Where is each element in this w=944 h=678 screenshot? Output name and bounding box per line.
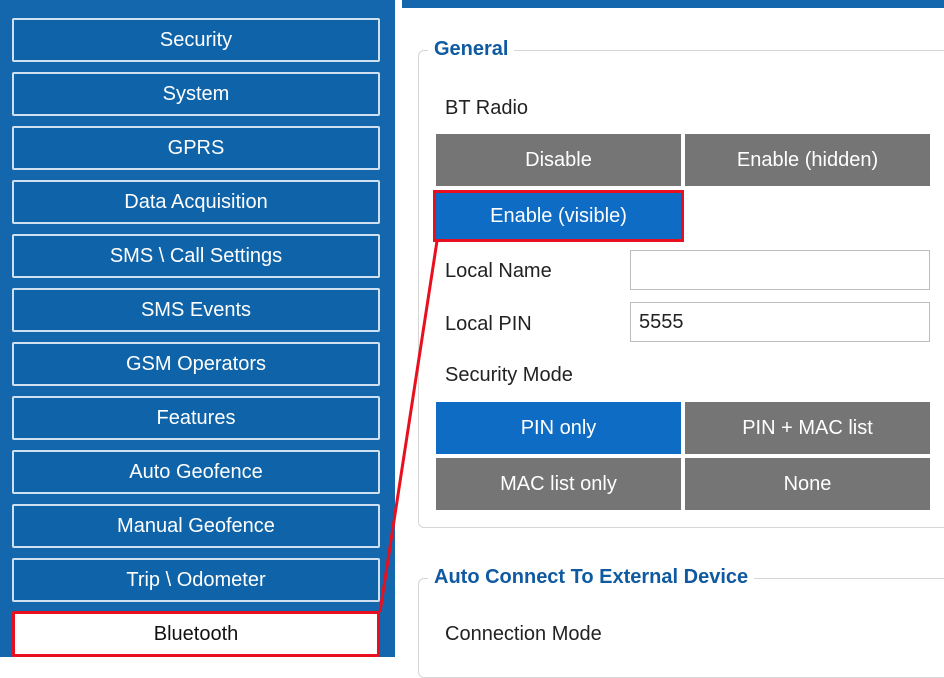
security-mode-label: Security Mode [445,364,573,386]
security-mode-pin-mac-list-button[interactable]: PIN + MAC list [685,402,930,454]
sidebar-item-sms-call-settings[interactable]: SMS \ Call Settings [12,234,380,278]
sidebar-item-manual-geofence[interactable]: Manual Geofence [12,504,380,548]
security-mode-pin-only-button[interactable]: PIN only [436,402,681,454]
sidebar-item-security[interactable]: Security [12,18,380,62]
settings-sidebar: Security System GPRS Data Acquisition SM… [0,0,395,657]
local-pin-input[interactable] [630,302,930,342]
sidebar-item-bluetooth[interactable]: Bluetooth [12,611,380,657]
bt-radio-label: BT Radio [445,97,529,119]
bt-radio-disable-button[interactable]: Disable [436,134,681,186]
sidebar-item-data-acquisition[interactable]: Data Acquisition [12,180,380,224]
security-mode-none-button[interactable]: None [685,458,930,510]
sidebar-item-gprs[interactable]: GPRS [12,126,380,170]
local-pin-label: Local PIN [445,313,532,335]
bt-radio-enable-visible-button[interactable]: Enable (visible) [436,191,681,241]
sidebar-item-features[interactable]: Features [12,396,380,440]
sidebar-item-sms-events[interactable]: SMS Events [12,288,380,332]
bt-radio-enable-hidden-button[interactable]: Enable (hidden) [685,134,930,186]
sidebar-item-auto-geofence[interactable]: Auto Geofence [12,450,380,494]
auto-connect-group-title: Auto Connect To External Device [428,566,755,589]
local-name-label: Local Name [445,260,552,282]
connection-mode-label: Connection Mode [445,623,602,645]
sidebar-item-system[interactable]: System [12,72,380,116]
security-mode-mac-list-only-button[interactable]: MAC list only [436,458,681,510]
sidebar-item-trip-odometer[interactable]: Trip \ Odometer [12,558,380,602]
general-group-title: General [428,38,515,61]
sidebar-item-gsm-operators[interactable]: GSM Operators [12,342,380,386]
local-name-input[interactable] [630,250,930,290]
